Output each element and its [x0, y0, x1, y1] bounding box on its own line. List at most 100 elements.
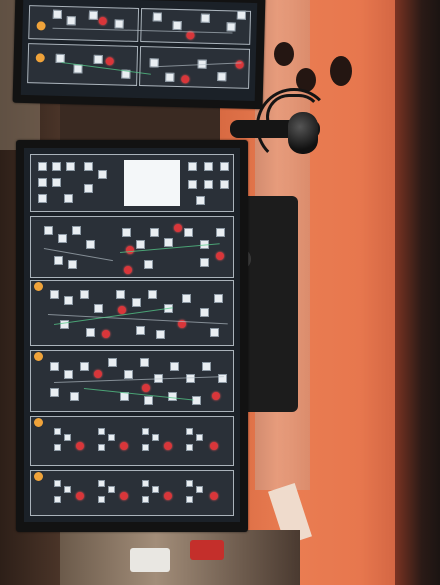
header-tile — [204, 180, 213, 189]
section-tile — [164, 238, 173, 247]
section-tile — [142, 428, 149, 435]
section-tile — [132, 298, 141, 307]
arm-knob — [288, 112, 318, 154]
section-tile — [50, 362, 59, 371]
section-tile — [124, 370, 133, 379]
section-marker-4 — [34, 418, 43, 427]
section-tile — [54, 480, 61, 487]
header-bright-box — [124, 160, 180, 206]
section-tile — [156, 330, 165, 339]
top-monitor — [12, 0, 266, 110]
section-tile — [98, 480, 105, 487]
section-tile — [200, 258, 209, 267]
alarm-indicator — [76, 492, 84, 500]
section-tile — [108, 486, 115, 493]
top-tile — [236, 10, 247, 20]
desk-items — [60, 530, 300, 585]
top-tile — [114, 19, 124, 29]
section-tile — [152, 434, 159, 441]
section-marker-5 — [34, 472, 43, 481]
section-marker-2 — [34, 282, 43, 291]
alarm-indicator — [164, 492, 172, 500]
section-tile — [44, 226, 53, 235]
section-tile — [142, 496, 149, 503]
section-tile — [98, 496, 105, 503]
section-tile — [184, 228, 193, 237]
section-tile — [64, 370, 73, 379]
header-tile — [188, 180, 197, 189]
header-tile — [84, 184, 93, 193]
section-tile — [136, 326, 145, 335]
section-tile — [186, 444, 193, 451]
section-tile — [122, 228, 131, 237]
section-tile — [50, 290, 59, 299]
alarm-indicator — [120, 492, 128, 500]
section-tile — [72, 226, 81, 235]
alarm-indicator — [120, 442, 128, 450]
top-tile — [165, 72, 175, 82]
alarm-indicator — [164, 442, 172, 450]
top-tile — [200, 13, 210, 23]
section-tile — [182, 294, 191, 303]
top-tile — [152, 12, 162, 22]
top-monitor-display — [20, 0, 258, 102]
section-tile — [140, 358, 149, 367]
alarm-indicator — [174, 224, 182, 232]
section-tile — [54, 444, 61, 451]
section-tile — [148, 290, 157, 299]
section-tile — [98, 428, 105, 435]
header-tile — [38, 178, 47, 187]
section-tile — [202, 362, 211, 371]
section-tile — [86, 240, 95, 249]
desk-red-item — [190, 540, 224, 560]
section-tile — [192, 396, 201, 405]
section-tile — [196, 486, 203, 493]
section-tile — [98, 444, 105, 451]
section-tile — [186, 428, 193, 435]
header-tile — [52, 178, 61, 187]
section-tile — [216, 228, 225, 237]
alarm-indicator — [210, 442, 218, 450]
section-tile — [144, 396, 153, 405]
wall-socket-3 — [330, 56, 352, 86]
alarm-indicator — [124, 266, 132, 274]
header-tile — [66, 162, 75, 171]
alarm-indicator — [142, 384, 150, 392]
top-tile — [172, 20, 182, 31]
desk-white-item — [130, 548, 170, 572]
top-tile — [88, 10, 99, 20]
section-tile — [170, 362, 179, 371]
section-tile — [80, 290, 89, 299]
header-tile — [38, 194, 47, 203]
section-tile — [54, 496, 61, 503]
section-tile — [70, 392, 79, 401]
section-tile — [68, 260, 77, 269]
section-tile — [142, 444, 149, 451]
alarm-indicator — [76, 442, 84, 450]
header-tile — [204, 162, 213, 171]
section-tile — [54, 256, 63, 265]
photo-scene — [0, 0, 440, 585]
wall-edge-right — [395, 0, 440, 585]
section-tile — [196, 434, 203, 441]
section-tile — [210, 328, 219, 337]
alarm-indicator — [212, 392, 220, 400]
section-tile — [214, 294, 223, 303]
section-tile — [80, 362, 89, 371]
section-tile — [64, 434, 71, 441]
header-tile — [52, 162, 61, 171]
section-tile — [144, 260, 153, 269]
top-tile — [93, 54, 103, 65]
section-tile — [86, 328, 95, 337]
top-tile — [52, 9, 63, 19]
alarm-indicator — [216, 252, 224, 260]
bottom-monitor-display — [24, 148, 240, 522]
section-tile — [136, 240, 145, 249]
section-tile — [64, 296, 73, 305]
section-marker-3 — [34, 352, 43, 361]
section-tile — [108, 434, 115, 441]
header-tile — [98, 170, 107, 179]
section-tile — [152, 486, 159, 493]
alarm-indicator — [94, 370, 102, 378]
section-tile — [200, 308, 209, 317]
